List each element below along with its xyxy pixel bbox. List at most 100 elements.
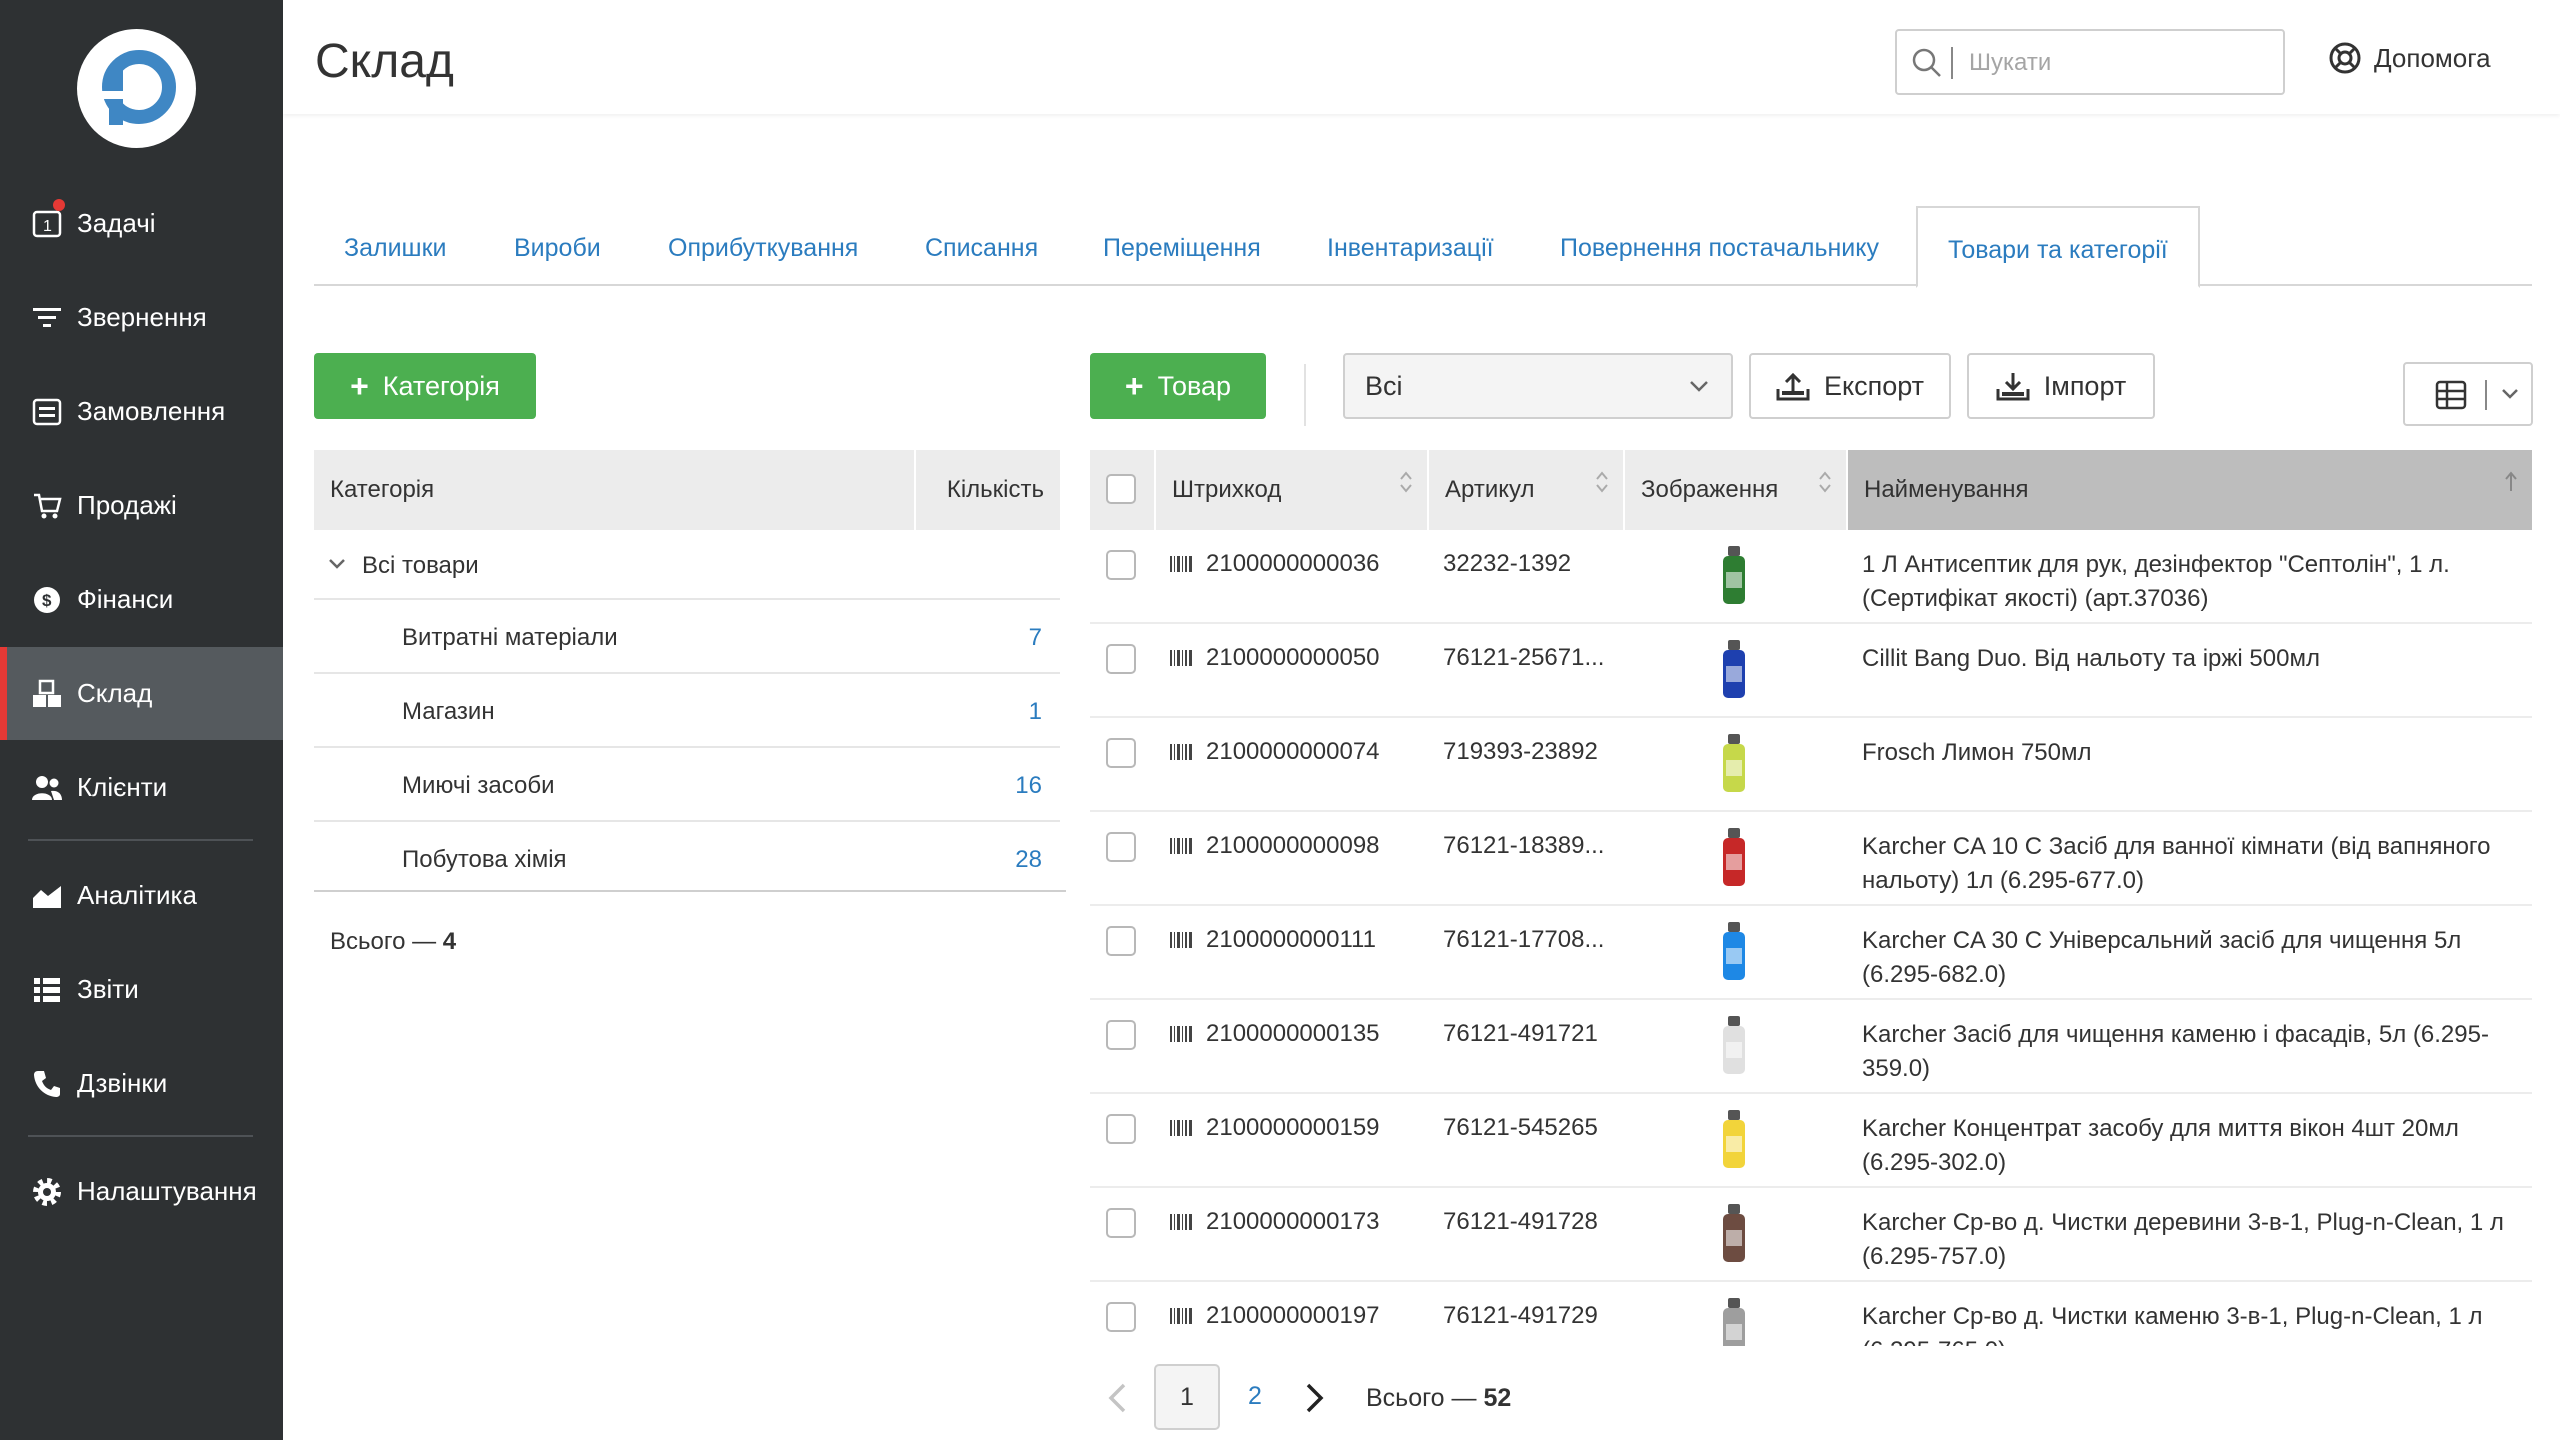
view-mode-toggle[interactable] bbox=[2403, 362, 2533, 426]
chevron-down-icon[interactable] bbox=[328, 558, 346, 570]
row-checkbox[interactable] bbox=[1106, 1020, 1136, 1050]
category-count[interactable]: 16 bbox=[1015, 772, 1042, 800]
row-checkbox[interactable] bbox=[1106, 644, 1136, 674]
sku-value: 32232-1392 bbox=[1443, 550, 1572, 577]
row-checkbox[interactable] bbox=[1106, 1208, 1136, 1238]
select-all-checkbox[interactable] bbox=[1106, 474, 1136, 504]
search-box[interactable] bbox=[1895, 29, 2285, 95]
product-bottle-image[interactable] bbox=[1708, 638, 1760, 702]
table-row[interactable]: 2100000000036 32232-1392 1 Л Антисептик дл… bbox=[1090, 530, 2532, 624]
add-product-button[interactable]: + Товар bbox=[1090, 353, 1266, 419]
category-row[interactable]: Миючі засоби 16 bbox=[314, 748, 1060, 822]
row-checkbox[interactable] bbox=[1106, 738, 1136, 768]
tab-stock[interactable]: Залишки bbox=[344, 206, 447, 286]
table-row[interactable]: 2100000000050 76121-25671... Cillit Bang D… bbox=[1090, 624, 2532, 718]
table-row[interactable]: 2100000000197 76121-491729 Karcher Ср-во д… bbox=[1090, 1282, 2532, 1346]
sidebar-item-finance[interactable]: $ Фінанси bbox=[0, 553, 283, 646]
table-row[interactable]: 2100000000159 76121-545265 Karcher Концент… bbox=[1090, 1094, 2532, 1188]
sidebar-item-reports[interactable]: Звіти bbox=[0, 943, 283, 1036]
sku-value: 76121-491721 bbox=[1443, 1020, 1598, 1047]
sidebar-item-settings[interactable]: Налаштування bbox=[0, 1145, 283, 1238]
sidebar-item-analytics[interactable]: Аналітика bbox=[0, 849, 283, 942]
column-image[interactable]: Зображення bbox=[1623, 450, 1846, 530]
tab-receipts[interactable]: Оприбуткування bbox=[668, 206, 858, 286]
category-name: Витратні матеріали bbox=[402, 624, 618, 651]
product-bottle-image[interactable] bbox=[1708, 1014, 1760, 1078]
column-count[interactable]: Кількість bbox=[947, 476, 1044, 504]
table-row[interactable]: 2100000000098 76121-18389... Karcher CA 10… bbox=[1090, 812, 2532, 906]
table-row[interactable]: 2100000000173 76121-491728 Karcher Ср-во д… bbox=[1090, 1188, 2532, 1282]
category-count[interactable]: 7 bbox=[1029, 624, 1042, 652]
category-total-label: Всього — bbox=[330, 928, 437, 955]
sku-value: 76121-545265 bbox=[1443, 1114, 1598, 1141]
column-category[interactable]: Категорія bbox=[330, 476, 434, 504]
row-checkbox[interactable] bbox=[1106, 832, 1136, 862]
table-row[interactable]: 2100000000135 76121-491721 Karcher Засіб д… bbox=[1090, 1000, 2532, 1094]
sidebar-item-label: Продажі bbox=[77, 490, 177, 520]
barcode-icon bbox=[1170, 1308, 1192, 1324]
product-bottle-image[interactable] bbox=[1708, 544, 1760, 608]
row-checkbox[interactable] bbox=[1106, 1114, 1136, 1144]
sidebar-item-warehouse[interactable]: Склад bbox=[0, 647, 283, 740]
category-name: Всі товари bbox=[362, 552, 479, 579]
category-name: Побутова хімія bbox=[402, 846, 567, 873]
sort-icon[interactable] bbox=[1818, 470, 1832, 494]
boxes-icon bbox=[30, 677, 64, 711]
row-checkbox[interactable] bbox=[1106, 1302, 1136, 1332]
svg-text:$: $ bbox=[42, 591, 52, 610]
tab-products-made[interactable]: Вироби bbox=[514, 206, 601, 286]
product-bottle-image[interactable] bbox=[1708, 1296, 1760, 1346]
category-row-all[interactable]: Всі товари bbox=[314, 530, 1060, 600]
product-bottle-image[interactable] bbox=[1708, 732, 1760, 796]
barcode-cell: 2100000000111 bbox=[1170, 926, 1376, 954]
row-checkbox[interactable] bbox=[1106, 926, 1136, 956]
sort-icon[interactable] bbox=[1399, 470, 1413, 494]
sidebar-item-clients[interactable]: Клієнти bbox=[0, 741, 283, 834]
table-row[interactable]: 2100000000074 719393-23892 Frosch Лимон 75… bbox=[1090, 718, 2532, 812]
chevron-right-icon[interactable] bbox=[1304, 1382, 1326, 1414]
export-button[interactable]: Експорт bbox=[1749, 353, 1951, 419]
sidebar-item-orders[interactable]: Замовлення bbox=[0, 365, 283, 458]
sku-value: 76121-18389... bbox=[1443, 832, 1605, 859]
barcode-cell: 2100000000050 bbox=[1170, 644, 1380, 672]
sidebar-item-calls[interactable]: Дзвінки bbox=[0, 1037, 283, 1130]
category-row[interactable]: Побутова хімія 28 bbox=[314, 822, 1060, 896]
category-count[interactable]: 28 bbox=[1015, 846, 1042, 874]
sidebar-item-label: Налаштування bbox=[77, 1176, 257, 1206]
tab-supplier-returns[interactable]: Повернення постачальнику bbox=[1560, 206, 1879, 286]
sort-icon[interactable] bbox=[1595, 470, 1609, 494]
page-2-link[interactable]: 2 bbox=[1248, 1382, 1262, 1411]
tab-transfers[interactable]: Переміщення bbox=[1103, 206, 1261, 286]
product-name: 1 Л Антисептик для рук, дезінфектор "Сеп… bbox=[1862, 551, 2450, 612]
sidebar-item-label: Звернення bbox=[77, 302, 207, 332]
help-label: Допомога bbox=[2374, 42, 2491, 73]
row-checkbox[interactable] bbox=[1106, 550, 1136, 580]
search-input[interactable] bbox=[1969, 43, 2269, 83]
table-row[interactable]: 2100000000111 76121-17708... Karcher CA 30… bbox=[1090, 906, 2532, 1000]
sort-asc-icon[interactable] bbox=[2504, 470, 2518, 494]
add-category-button[interactable]: + Категорія bbox=[314, 353, 536, 419]
column-name[interactable]: Найменування bbox=[1846, 450, 2532, 530]
column-sku[interactable]: Артикул bbox=[1427, 450, 1623, 530]
column-barcode[interactable]: Штрихкод bbox=[1154, 450, 1427, 530]
import-button[interactable]: Імпорт bbox=[1967, 353, 2155, 419]
category-filter-select[interactable]: Всі bbox=[1343, 353, 1733, 419]
product-bottle-image[interactable] bbox=[1708, 1202, 1760, 1266]
product-bottle-image[interactable] bbox=[1708, 920, 1760, 984]
tab-inventory[interactable]: Інвентаризації bbox=[1327, 206, 1494, 286]
category-row[interactable]: Витратні матеріали 7 bbox=[314, 600, 1060, 674]
category-row[interactable]: Магазин 1 bbox=[314, 674, 1060, 748]
tab-write-offs[interactable]: Списання bbox=[925, 206, 1038, 286]
sidebar-item-tasks[interactable]: 1 Задачі bbox=[0, 177, 283, 270]
page-current[interactable]: 1 bbox=[1154, 1364, 1220, 1430]
chevron-left-icon[interactable] bbox=[1106, 1382, 1128, 1414]
app-logo[interactable] bbox=[77, 29, 196, 148]
sidebar-item-sales[interactable]: Продажі bbox=[0, 459, 283, 552]
help-link[interactable]: Допомога bbox=[2328, 41, 2491, 75]
sidebar-item-appeals[interactable]: Звернення bbox=[0, 271, 283, 364]
tab-products-categories[interactable]: Товари та категорії bbox=[1916, 206, 2200, 288]
product-bottle-image[interactable] bbox=[1708, 826, 1760, 890]
product-bottle-image[interactable] bbox=[1708, 1108, 1760, 1172]
category-count[interactable]: 1 bbox=[1029, 698, 1042, 726]
download-icon bbox=[1996, 373, 2030, 401]
